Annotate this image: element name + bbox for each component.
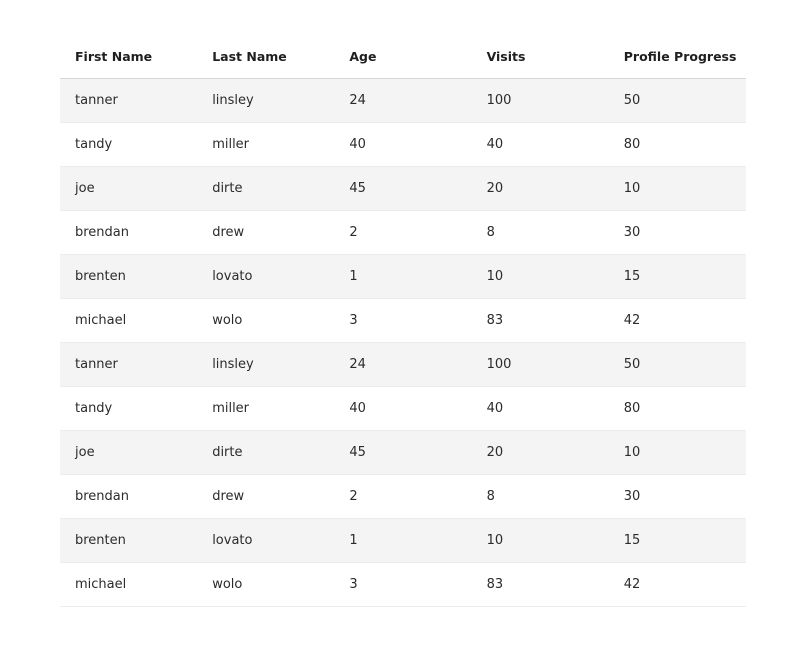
cell-last-name: miller <box>197 122 335 167</box>
data-table-container: First Name Last Name Age Visits Profile … <box>60 35 746 607</box>
cell-profile-progress: 80 <box>608 386 746 431</box>
cell-last-name: wolo <box>197 298 335 343</box>
cell-visits: 40 <box>471 386 609 431</box>
cell-visits: 10 <box>471 254 609 299</box>
cell-profile-progress: 50 <box>608 342 746 387</box>
cell-age: 40 <box>334 386 472 431</box>
cell-age: 3 <box>334 298 472 343</box>
cell-last-name: lovato <box>197 518 335 563</box>
cell-profile-progress: 10 <box>608 430 746 475</box>
table-body: tanner linsley 24 100 50 tandy miller 40… <box>60 78 746 607</box>
cell-profile-progress: 80 <box>608 122 746 167</box>
cell-last-name: lovato <box>197 254 335 299</box>
cell-last-name: wolo <box>197 562 335 607</box>
cell-last-name: dirte <box>197 166 335 211</box>
cell-age: 2 <box>334 474 472 519</box>
cell-first-name: tandy <box>60 122 198 167</box>
table-row: brendan drew 2 8 30 <box>60 474 746 519</box>
table-row: brenten lovato 1 10 15 <box>60 254 746 299</box>
data-table: First Name Last Name Age Visits Profile … <box>60 35 746 607</box>
column-header-age[interactable]: Age <box>334 35 472 79</box>
table-row: tandy miller 40 40 80 <box>60 386 746 431</box>
cell-first-name: tanner <box>60 78 198 123</box>
cell-visits: 20 <box>471 430 609 475</box>
cell-first-name: tandy <box>60 386 198 431</box>
cell-profile-progress: 30 <box>608 210 746 255</box>
table-row: tanner linsley 24 100 50 <box>60 78 746 123</box>
cell-last-name: drew <box>197 210 335 255</box>
cell-age: 1 <box>334 518 472 563</box>
cell-first-name: brenten <box>60 254 198 299</box>
cell-first-name: joe <box>60 166 198 211</box>
table-row: brendan drew 2 8 30 <box>60 210 746 255</box>
cell-profile-progress: 30 <box>608 474 746 519</box>
cell-visits: 83 <box>471 298 609 343</box>
cell-profile-progress: 15 <box>608 518 746 563</box>
cell-age: 1 <box>334 254 472 299</box>
column-header-first-name[interactable]: First Name <box>60 35 198 79</box>
cell-first-name: tanner <box>60 342 198 387</box>
table-header: First Name Last Name Age Visits Profile … <box>60 35 746 79</box>
cell-visits: 100 <box>471 78 609 123</box>
table-row: tanner linsley 24 100 50 <box>60 342 746 387</box>
header-row: First Name Last Name Age Visits Profile … <box>60 35 746 79</box>
cell-profile-progress: 42 <box>608 298 746 343</box>
cell-first-name: joe <box>60 430 198 475</box>
cell-visits: 83 <box>471 562 609 607</box>
cell-first-name: brenten <box>60 518 198 563</box>
cell-profile-progress: 10 <box>608 166 746 211</box>
table-row: joe dirte 45 20 10 <box>60 166 746 211</box>
table-row: tandy miller 40 40 80 <box>60 122 746 167</box>
table-row: joe dirte 45 20 10 <box>60 430 746 475</box>
cell-visits: 10 <box>471 518 609 563</box>
cell-age: 45 <box>334 430 472 475</box>
cell-last-name: drew <box>197 474 335 519</box>
cell-visits: 100 <box>471 342 609 387</box>
cell-visits: 8 <box>471 474 609 519</box>
cell-age: 24 <box>334 78 472 123</box>
cell-last-name: linsley <box>197 78 335 123</box>
table-row: michael wolo 3 83 42 <box>60 562 746 607</box>
cell-last-name: miller <box>197 386 335 431</box>
column-header-visits[interactable]: Visits <box>471 35 609 79</box>
cell-age: 40 <box>334 122 472 167</box>
cell-visits: 8 <box>471 210 609 255</box>
cell-profile-progress: 42 <box>608 562 746 607</box>
column-header-last-name[interactable]: Last Name <box>197 35 335 79</box>
cell-profile-progress: 15 <box>608 254 746 299</box>
cell-age: 3 <box>334 562 472 607</box>
table-row: michael wolo 3 83 42 <box>60 298 746 343</box>
cell-first-name: brendan <box>60 210 198 255</box>
cell-first-name: michael <box>60 298 198 343</box>
cell-age: 45 <box>334 166 472 211</box>
column-header-profile-progress[interactable]: Profile Progress <box>608 35 746 79</box>
cell-profile-progress: 50 <box>608 78 746 123</box>
cell-age: 24 <box>334 342 472 387</box>
cell-first-name: michael <box>60 562 198 607</box>
cell-first-name: brendan <box>60 474 198 519</box>
cell-last-name: dirte <box>197 430 335 475</box>
table-row: brenten lovato 1 10 15 <box>60 518 746 563</box>
cell-visits: 20 <box>471 166 609 211</box>
cell-last-name: linsley <box>197 342 335 387</box>
cell-visits: 40 <box>471 122 609 167</box>
cell-age: 2 <box>334 210 472 255</box>
